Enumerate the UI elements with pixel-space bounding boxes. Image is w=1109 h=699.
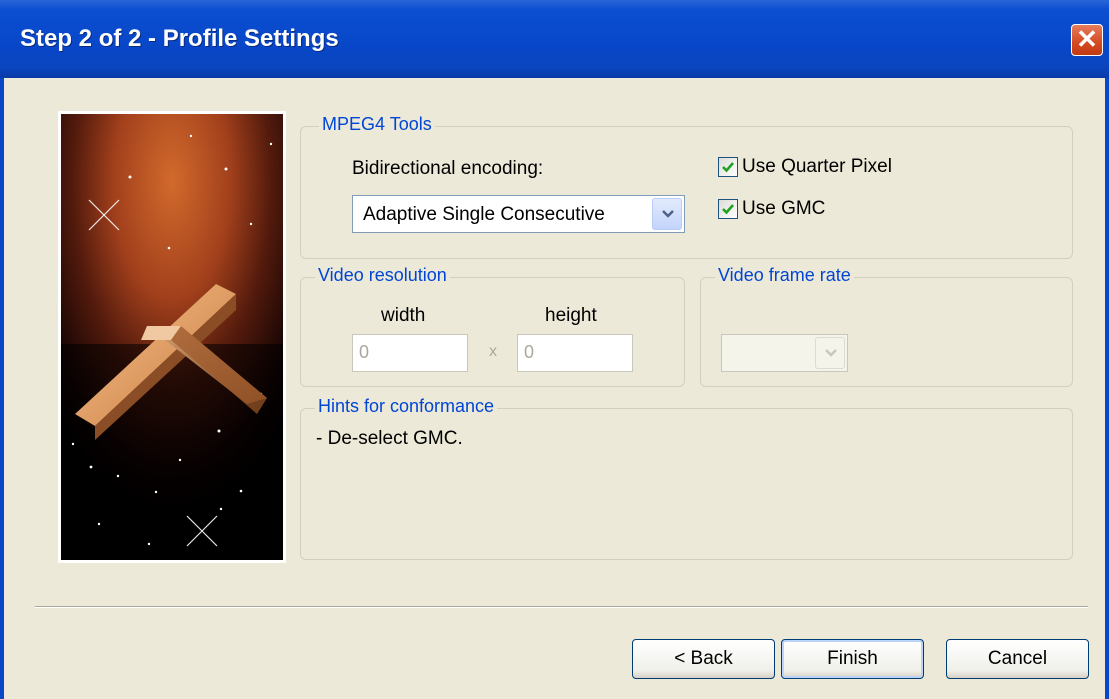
dialog-window: Step 2 of 2 - Profile Settings ✕ MPEG4 T… [0, 0, 1109, 699]
button-separator [35, 606, 1088, 608]
hints-legend: Hints for conformance [315, 396, 498, 417]
video-frame-rate-legend: Video frame rate [715, 265, 854, 286]
width-label: width [381, 305, 426, 326]
video-frame-rate-dropdown-button[interactable] [815, 337, 845, 369]
height-input-field[interactable] [524, 342, 624, 363]
close-icon: ✕ [1076, 24, 1098, 54]
mpeg4-tools-legend: MPEG4 Tools [319, 114, 435, 135]
chevron-down-icon [662, 210, 674, 218]
video-resolution-legend: Video resolution [315, 265, 450, 286]
width-input-field[interactable] [359, 342, 459, 363]
checkmark-icon [722, 204, 734, 215]
close-button[interactable]: ✕ [1071, 24, 1103, 56]
bidirectional-encoding-dropdown-button[interactable] [652, 198, 682, 230]
quarter-pixel-checkbox[interactable] [718, 157, 738, 177]
gmc-label[interactable]: Use GMC [742, 198, 825, 220]
height-label: height [545, 305, 597, 326]
gmc-checkbox[interactable] [718, 199, 738, 219]
cancel-button[interactable]: Cancel [946, 639, 1089, 679]
chevron-down-icon [825, 349, 837, 357]
checkmark-icon [722, 162, 734, 173]
finish-button[interactable]: Finish [781, 639, 924, 679]
window-title: Step 2 of 2 - Profile Settings [20, 25, 339, 52]
hints-text: - De-select GMC. [316, 428, 463, 449]
times-sign: x [489, 343, 497, 360]
width-input[interactable] [352, 334, 468, 372]
back-button[interactable]: < Back [632, 639, 775, 679]
bidirectional-encoding-value: Adaptive Single Consecutive [363, 204, 605, 225]
title-bar[interactable]: Step 2 of 2 - Profile Settings ✕ [0, 0, 1109, 78]
mpeg4-tools-group: MPEG4 Tools [300, 114, 1073, 259]
quarter-pixel-label[interactable]: Use Quarter Pixel [742, 156, 892, 178]
bidirectional-encoding-label: Bidirectional encoding: [352, 158, 544, 179]
height-input[interactable] [517, 334, 633, 372]
wizard-side-image [58, 111, 286, 563]
bidirectional-encoding-select[interactable]: Adaptive Single Consecutive [352, 195, 685, 233]
video-frame-rate-select[interactable] [721, 334, 848, 372]
